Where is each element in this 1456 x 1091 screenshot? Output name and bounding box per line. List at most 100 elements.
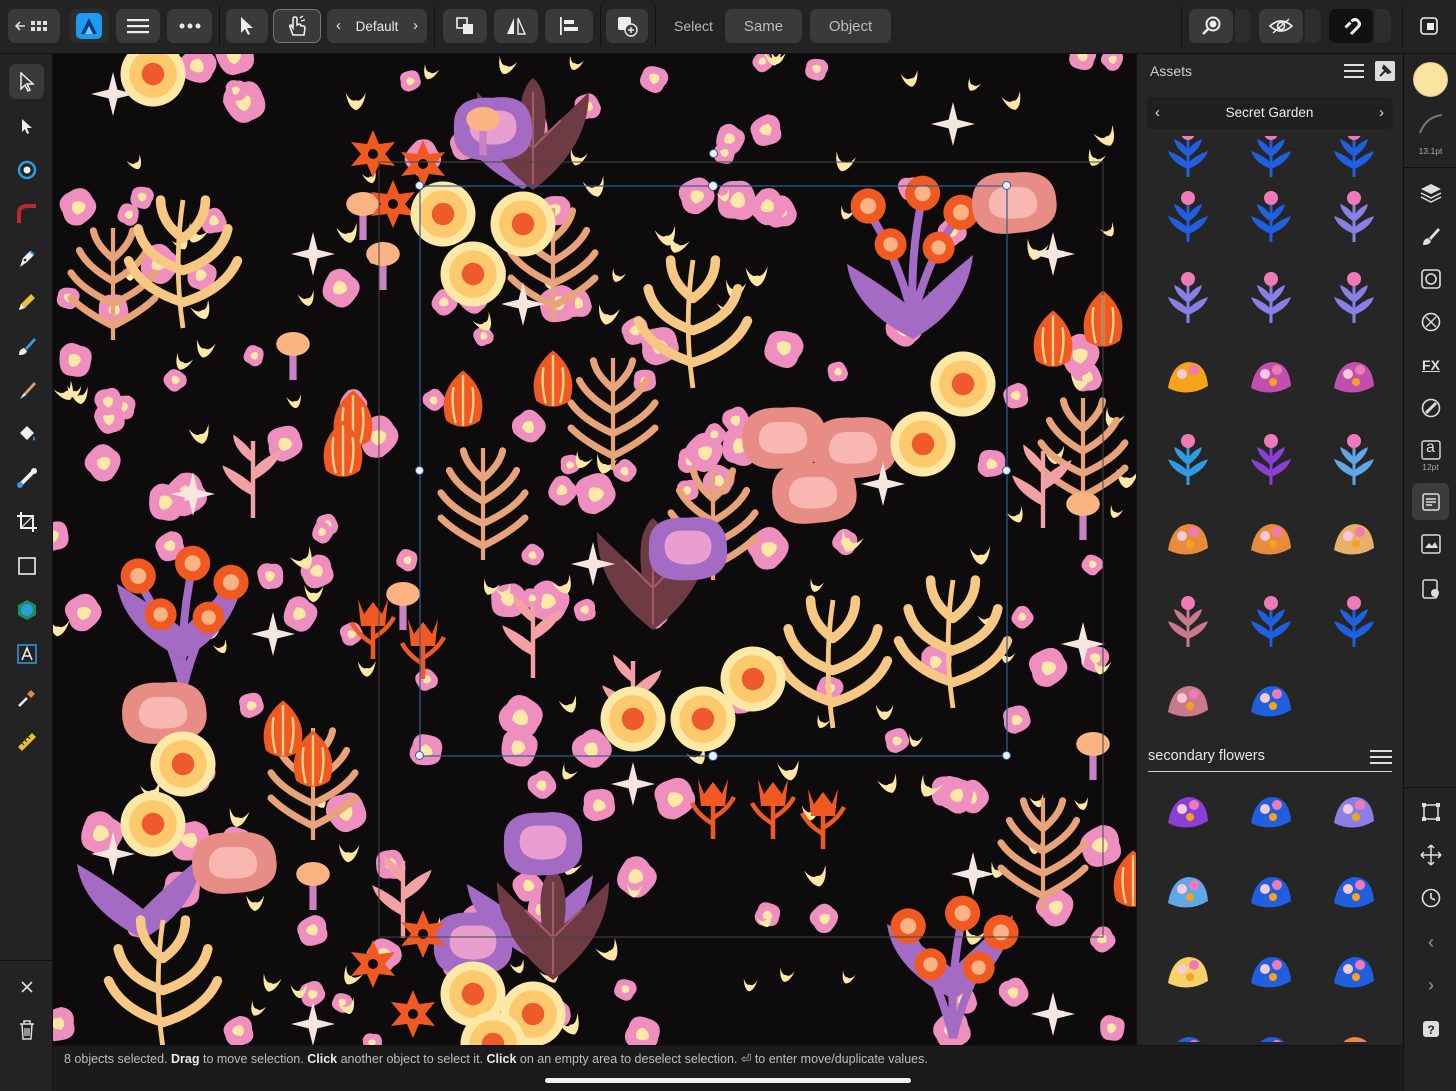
- arrange-button[interactable]: [443, 9, 487, 43]
- purple-flower-motif[interactable]: [504, 812, 582, 875]
- asset-thumbnail[interactable]: [1238, 262, 1304, 328]
- asset-thumbnail[interactable]: [1238, 136, 1304, 182]
- hand-tool-option-button[interactable]: [273, 9, 321, 43]
- view-options-tab[interactable]: [1305, 9, 1321, 43]
- document-menu-button[interactable]: [1414, 9, 1444, 43]
- shape-tool[interactable]: [9, 592, 44, 627]
- zoom-options-tab[interactable]: [1235, 9, 1251, 43]
- large-pink-flower-motif[interactable]: [192, 832, 277, 894]
- move-tool[interactable]: [9, 64, 44, 99]
- asset-thumbnail[interactable]: [1238, 505, 1304, 571]
- expand-studio-button[interactable]: ›: [1416, 970, 1446, 1000]
- rectangle-tool[interactable]: [9, 548, 44, 583]
- fill-tool[interactable]: [9, 372, 44, 407]
- cream-flower-motif[interactable]: [411, 182, 476, 247]
- asset-thumbnail[interactable]: [1155, 667, 1221, 733]
- transform-studio-button[interactable]: [1416, 797, 1446, 827]
- fill-color-swatch[interactable]: [1413, 62, 1448, 97]
- asset-thumbnail[interactable]: [1155, 1018, 1221, 1042]
- crop-tool[interactable]: [9, 504, 44, 539]
- asset-thumbnail[interactable]: [1321, 778, 1387, 844]
- zoom-button[interactable]: [1189, 9, 1233, 43]
- asset-thumbnail[interactable]: [1321, 938, 1387, 1004]
- select-same-button[interactable]: Same: [725, 9, 802, 43]
- layers-studio-button[interactable]: [1416, 178, 1446, 208]
- resize-handle-bottom[interactable]: [708, 751, 718, 761]
- transparency-tool[interactable]: [9, 416, 44, 451]
- asset-thumbnail[interactable]: [1321, 586, 1387, 652]
- asset-thumbnail[interactable]: [1321, 424, 1387, 490]
- asset-thumbnail[interactable]: [1238, 667, 1304, 733]
- resize-handle-top-left[interactable]: [415, 181, 424, 190]
- asset-thumbnail[interactable]: [1321, 1018, 1387, 1042]
- deselect-button[interactable]: [9, 969, 44, 1004]
- pattern-artwork[interactable]: [53, 54, 1136, 1045]
- asset-thumbnail[interactable]: [1155, 586, 1221, 652]
- insert-button[interactable]: [606, 9, 648, 43]
- resize-handle-bottom-left[interactable]: [415, 751, 424, 760]
- asset-thumbnail[interactable]: [1238, 938, 1304, 1004]
- select-object-button[interactable]: Object: [810, 9, 891, 43]
- pencil-tool[interactable]: [9, 284, 44, 319]
- resize-handle-left[interactable]: [415, 466, 424, 475]
- brushes-studio-button[interactable]: [1416, 221, 1446, 251]
- pen-tool[interactable]: [9, 240, 44, 275]
- cream-flower-motif[interactable]: [121, 792, 186, 857]
- cream-flower-motif[interactable]: [891, 412, 956, 477]
- asset-thumbnail[interactable]: [1321, 181, 1387, 247]
- large-pink-flower-motif[interactable]: [972, 172, 1057, 234]
- stroke-button[interactable]: [1416, 109, 1446, 139]
- asset-thumbnail[interactable]: [1238, 586, 1304, 652]
- help-button[interactable]: ?: [1416, 1014, 1446, 1044]
- next-style-icon[interactable]: ›: [413, 17, 418, 34]
- menu-button[interactable]: [116, 9, 160, 43]
- asset-thumbnail[interactable]: [1238, 778, 1304, 844]
- effects-studio-button[interactable]: FX: [1416, 350, 1446, 380]
- more-button[interactable]: [167, 9, 212, 43]
- snapping-button[interactable]: [1329, 9, 1373, 43]
- asset-thumbnail[interactable]: [1238, 1018, 1304, 1042]
- navigator-studio-button[interactable]: [1416, 529, 1446, 559]
- resize-handle-top[interactable]: [708, 181, 718, 191]
- asset-thumbnail[interactable]: [1321, 505, 1387, 571]
- rotate-handle[interactable]: [709, 149, 718, 158]
- measure-tool[interactable]: [9, 724, 44, 759]
- cream-flower-motif[interactable]: [491, 192, 556, 257]
- cream-flower-motif[interactable]: [931, 352, 996, 417]
- view-mode-button[interactable]: [1259, 9, 1303, 43]
- asset-thumbnail[interactable]: [1155, 858, 1221, 924]
- app-persona-button[interactable]: [69, 9, 109, 43]
- color-picker-tool[interactable]: [9, 680, 44, 715]
- delete-button[interactable]: [9, 1012, 44, 1047]
- document-canvas[interactable]: [53, 54, 1136, 1045]
- asset-thumbnail[interactable]: [1321, 136, 1387, 182]
- snapping-options-tab[interactable]: [1375, 9, 1391, 43]
- assets-studio-button[interactable]: [1412, 483, 1449, 520]
- cream-flower-motif[interactable]: [601, 687, 666, 752]
- previous-style-icon[interactable]: ‹: [336, 17, 341, 34]
- corner-tool[interactable]: [9, 196, 44, 231]
- asset-thumbnail[interactable]: [1238, 343, 1304, 409]
- asset-thumbnail[interactable]: [1155, 938, 1221, 1004]
- pin-panel-button[interactable]: [1375, 61, 1395, 81]
- subcategory-menu-button[interactable]: [1370, 749, 1392, 770]
- move-tool-option-button[interactable]: [226, 9, 268, 43]
- resize-handle-bottom-right[interactable]: [1002, 751, 1011, 760]
- cream-flower-motif[interactable]: [441, 242, 506, 307]
- asset-thumbnail[interactable]: [1155, 181, 1221, 247]
- appearance-studio-button[interactable]: [1416, 307, 1446, 337]
- asset-thumbnail[interactable]: [1155, 424, 1221, 490]
- history-studio-button[interactable]: [1416, 883, 1446, 913]
- flip-button[interactable]: [494, 9, 538, 43]
- asset-thumbnail[interactable]: [1238, 858, 1304, 924]
- asset-thumbnail[interactable]: [1155, 343, 1221, 409]
- assets-menu-button[interactable]: [1344, 63, 1364, 84]
- purple-flower-motif[interactable]: [649, 517, 727, 580]
- collapse-studio-button[interactable]: ‹: [1416, 927, 1446, 957]
- align-button[interactable]: [545, 9, 593, 43]
- asset-thumbnail[interactable]: [1238, 181, 1304, 247]
- next-category-button[interactable]: ›: [1379, 104, 1384, 121]
- vector-brush-tool[interactable]: [9, 328, 44, 363]
- asset-thumbnail[interactable]: [1155, 136, 1221, 182]
- asset-thumbnail[interactable]: [1238, 424, 1304, 490]
